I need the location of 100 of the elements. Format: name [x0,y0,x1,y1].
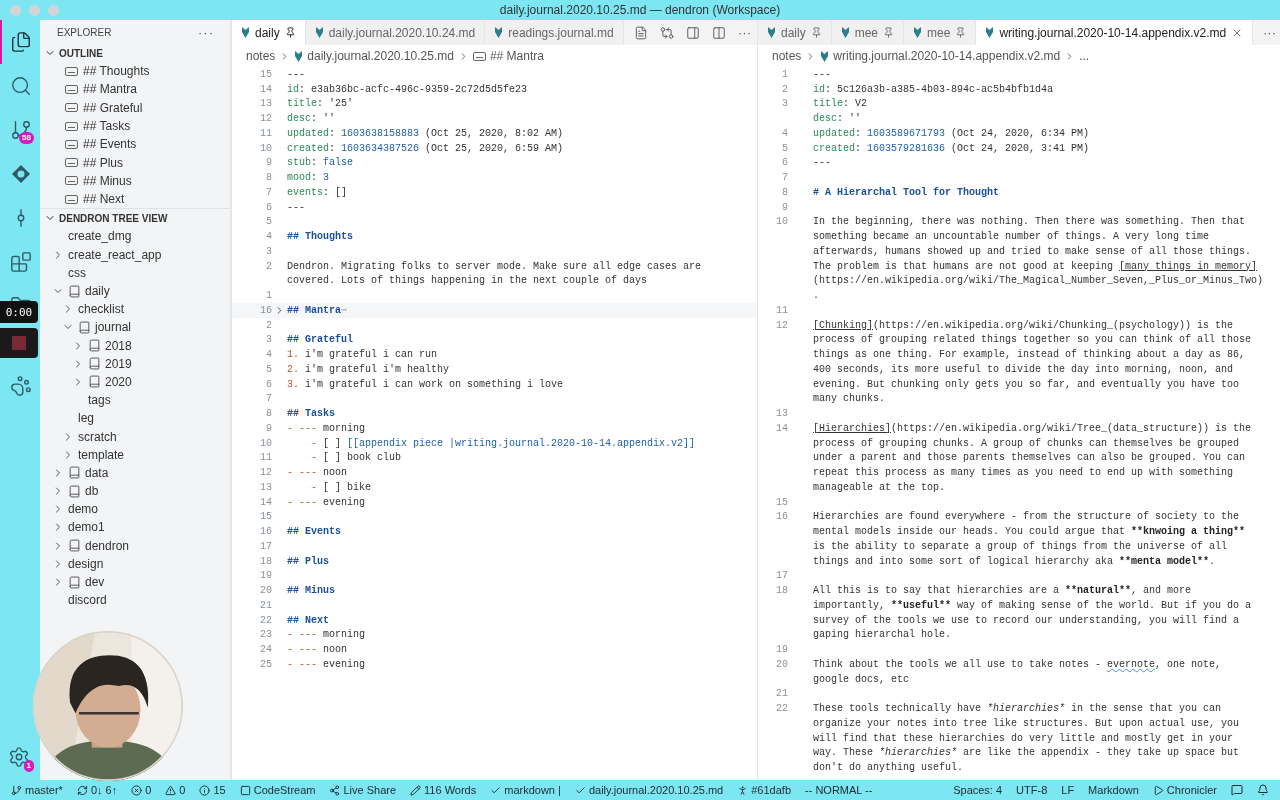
breadcrumb[interactable]: ... [1079,49,1090,63]
outline-item[interactable]: ## Plus [40,153,230,172]
status-item[interactable]: Live Share [324,784,402,796]
more-button[interactable]: ··· [732,20,757,45]
code-text: things as one thing. For example, instead of thinking about a day as 86, [813,348,1246,363]
stop-button[interactable] [0,328,38,358]
tree-item[interactable]: 2020 [40,372,230,392]
tree-item[interactable]: discord [40,591,230,610]
status-item[interactable]: Spaces: 4 [948,784,1008,796]
status-item[interactable]: 0↓ 6↑ [71,784,123,796]
status-item[interactable]: LF [1056,784,1080,796]
symbol-icon [65,103,78,113]
breadcrumb[interactable]: daily.journal.2020.10.25.md [294,49,454,63]
code-text: - --- noon [287,643,348,658]
leaf-icon [314,27,324,38]
settings-button[interactable]: 1 [7,745,31,769]
status-item[interactable]: Markdown [1083,784,1144,796]
window-title: daily.journal.2020.10.25.md — dendron (Workspace) [499,3,781,17]
activity-button[interactable]: 58 [0,108,40,152]
breadcrumb[interactable]: writing.journal.2020-10-14.appendix.v2.md [820,49,1061,63]
outline-item[interactable]: ## Tasks [40,116,230,136]
tree-item[interactable]: css [40,263,230,282]
line-number: 5 [782,142,788,154]
line-number: 16 [260,526,272,538]
tree-item[interactable]: 2018 [40,336,230,355]
more-button[interactable]: ··· [196,24,216,40]
tree-item[interactable]: leg [40,409,230,428]
outline-item[interactable]: ## Minus [40,171,230,191]
line-number: 16 [260,304,272,316]
pencil-icon [410,784,422,796]
line-number: 10 [260,437,272,449]
code-text: something became an uncountable number of things. A very long time [813,230,1210,245]
tree-item[interactable]: create_react_app [40,245,230,264]
status-item[interactable]: markdown | [485,784,566,796]
tree-item[interactable]: demo1 [40,518,230,537]
editor-tab[interactable]: writing.journal.2020-10-14.appendix.v2.md [976,20,1254,45]
status-item[interactable]: #61dafb [732,784,796,796]
breadcrumb[interactable]: ## Mantra [472,49,544,63]
status-item[interactable]: UTF-8 [1011,784,1053,796]
status-item[interactable]: 116 Words [405,784,482,796]
play-icon [1152,784,1164,796]
status-item[interactable]: CodeStream [234,784,321,796]
line-number: 4 [266,231,272,243]
diamond-icon [10,163,32,185]
line-number: 1 [266,290,272,302]
tree-item[interactable]: template [40,445,230,464]
tree-item[interactable]: data [40,463,230,482]
code-text: stub: false [287,156,354,171]
line-number: 21 [260,599,272,611]
outline-item[interactable]: ## Mantra [40,80,230,99]
status-item[interactable]: 0 [126,784,157,796]
code-text: - --- evening [287,657,366,672]
status-item[interactable]: 0 [160,784,191,796]
code-text: manageable at the top. [813,480,946,495]
code-text: ## Next [287,613,329,628]
status-item[interactable]: -- NORMAL -- [800,784,878,796]
breadcrumb[interactable]: notes [246,49,276,63]
code-text: desc: '' [287,112,336,127]
warning-icon [165,784,177,796]
tree-item[interactable]: demo [40,500,230,519]
tree-item[interactable]: daily [40,281,230,301]
line-number: 11 [260,127,272,139]
line-number: 8 [782,186,788,198]
outline-item[interactable]: ## Thoughts [40,62,230,81]
book-icon [88,375,101,389]
tree-item[interactable]: dev [40,572,230,592]
more-button[interactable]: ··· [1257,20,1280,45]
line-number: 12 [776,319,788,331]
book-icon [68,284,81,298]
line-number: 3 [782,98,788,110]
status-item[interactable]: daily.journal.2020.10.25.md [569,784,729,796]
leaf-icon [241,27,250,38]
tree-item[interactable]: design [40,554,230,573]
tree-item[interactable]: checklist [40,300,230,319]
tree-item[interactable]: 2019 [40,354,230,373]
status-item[interactable]: Chronicler [1147,784,1222,796]
tree-item[interactable]: dendron [40,536,230,555]
outline-item[interactable]: ## Next [40,190,230,209]
book-icon [68,466,81,480]
line-number: 2 [782,83,788,95]
code-text: (https://en.wikipedia.org/wiki/The_Magical_Number_Seven,_Plus_or_Minus_Two) [813,274,1264,289]
outline-item[interactable]: ## Grateful [40,98,230,117]
settings-icon [8,746,30,768]
tree-item[interactable]: db [40,482,230,501]
symbol-icon [65,139,78,149]
editor-tab[interactable]: daily [232,20,306,45]
stop-icon [12,336,26,350]
files-icon [10,31,32,53]
line-number: 17 [776,570,788,582]
code-text: covered. Lots of things happening in the next couple of days [287,274,648,289]
tree-item[interactable]: scratch [40,427,230,446]
tree-item[interactable]: create_dmg [40,227,230,246]
outline-item[interactable]: ## Events [40,135,230,154]
status-item[interactable]: 15 [194,784,231,796]
tree-item[interactable]: journal [40,318,230,337]
status-item[interactable]: master* [6,784,68,796]
tree-item[interactable]: tags [40,391,230,410]
breadcrumb[interactable]: notes [772,49,802,63]
line-number: 3 [266,334,272,346]
line-number: 10 [260,142,272,154]
